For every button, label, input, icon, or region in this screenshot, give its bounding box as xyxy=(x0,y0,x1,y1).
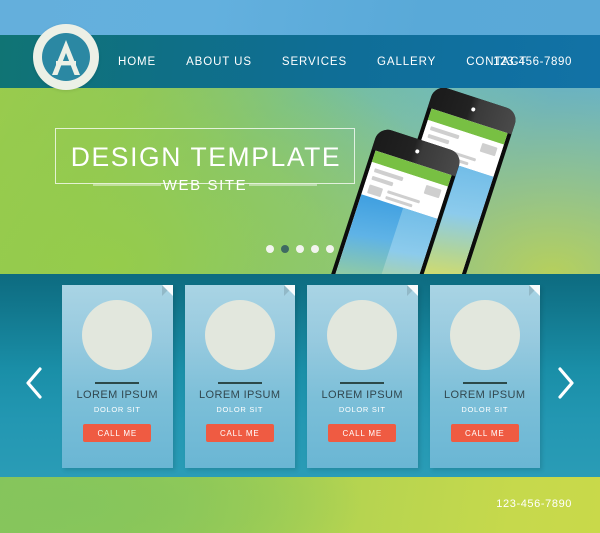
circle-avatar-placeholder-icon xyxy=(449,300,520,370)
letter-a-circle-logo-icon xyxy=(42,33,90,81)
carousel-next-button[interactable] xyxy=(554,366,576,400)
website-template-mockup: HOME ABOUT US SERVICES GALLERY CONTACT 1… xyxy=(0,0,600,533)
carousel-dot-2[interactable] xyxy=(281,245,289,253)
nav-links-group: HOME ABOUT US SERVICES GALLERY CONTACT xyxy=(118,35,527,88)
card-divider xyxy=(95,382,140,384)
circle-avatar-placeholder-icon xyxy=(327,300,398,370)
card-folded-corner xyxy=(529,285,540,296)
card-subtitle: DOLOR SIT xyxy=(93,405,141,414)
site-logo[interactable] xyxy=(33,24,99,90)
card-divider xyxy=(217,382,262,384)
carousel-dot-3[interactable] xyxy=(296,245,304,253)
card-title: LOREM IPSUM xyxy=(321,389,403,401)
list-item[interactable]: LOREM IPSUM DOLOR SIT CALL ME xyxy=(429,285,540,468)
hero-subtitle-row: WEB SITE xyxy=(55,174,355,196)
chevron-left-icon xyxy=(26,367,42,399)
card-title: LOREM IPSUM xyxy=(444,389,526,401)
list-item[interactable]: LOREM IPSUM DOLOR SIT CALL ME xyxy=(184,285,295,468)
list-item[interactable]: LOREM IPSUM DOLOR SIT CALL ME xyxy=(307,285,418,468)
nav-item-about-us[interactable]: ABOUT US xyxy=(186,56,252,68)
card-folded-corner xyxy=(161,285,173,296)
carousel-dot-5[interactable] xyxy=(326,245,334,253)
call-me-button[interactable]: CALL ME xyxy=(328,424,397,442)
call-me-button[interactable]: CALL ME xyxy=(83,424,152,442)
carousel-prev-button[interactable] xyxy=(24,366,46,400)
hero-banner: DESIGN TEMPLATE WEB SITE xyxy=(0,88,600,274)
footer-phone-number[interactable]: 123-456-7890 xyxy=(496,498,572,510)
list-item[interactable]: LOREM IPSUM DOLOR SIT CALL ME xyxy=(62,285,173,468)
chevron-right-icon xyxy=(558,367,574,399)
circle-avatar-placeholder-icon xyxy=(204,300,275,370)
card-title: LOREM IPSUM xyxy=(199,389,281,401)
card-title: LOREM IPSUM xyxy=(76,389,158,401)
carousel-dots xyxy=(0,245,600,253)
nav-item-gallery[interactable]: GALLERY xyxy=(377,56,436,68)
card-subtitle: DOLOR SIT xyxy=(216,405,264,414)
card-subtitle: DOLOR SIT xyxy=(461,405,509,414)
phone-camera-dot xyxy=(414,148,420,154)
cards-row: LOREM IPSUM DOLOR SIT CALL ME LOREM IPSU… xyxy=(62,285,540,470)
card-divider xyxy=(462,382,507,384)
nav-phone-number[interactable]: 123-456-7890 xyxy=(493,35,572,88)
hero-subtitle: WEB SITE xyxy=(162,176,248,194)
card-folded-corner xyxy=(406,285,418,296)
phone-camera-dot xyxy=(470,106,476,112)
nav-item-services[interactable]: SERVICES xyxy=(282,56,347,68)
carousel-dot-1[interactable] xyxy=(266,245,274,253)
circle-avatar-placeholder-icon xyxy=(82,300,153,370)
nav-item-home[interactable]: HOME xyxy=(118,56,156,68)
call-me-button[interactable]: CALL ME xyxy=(205,424,274,442)
footer-band: 123-456-7890 xyxy=(0,477,600,533)
card-subtitle: DOLOR SIT xyxy=(338,405,386,414)
cards-carousel-section: LOREM IPSUM DOLOR SIT CALL ME LOREM IPSU… xyxy=(0,274,600,477)
card-divider xyxy=(340,382,385,384)
carousel-dot-4[interactable] xyxy=(311,245,319,253)
call-me-button[interactable]: CALL ME xyxy=(450,424,519,442)
card-folded-corner xyxy=(284,285,295,296)
